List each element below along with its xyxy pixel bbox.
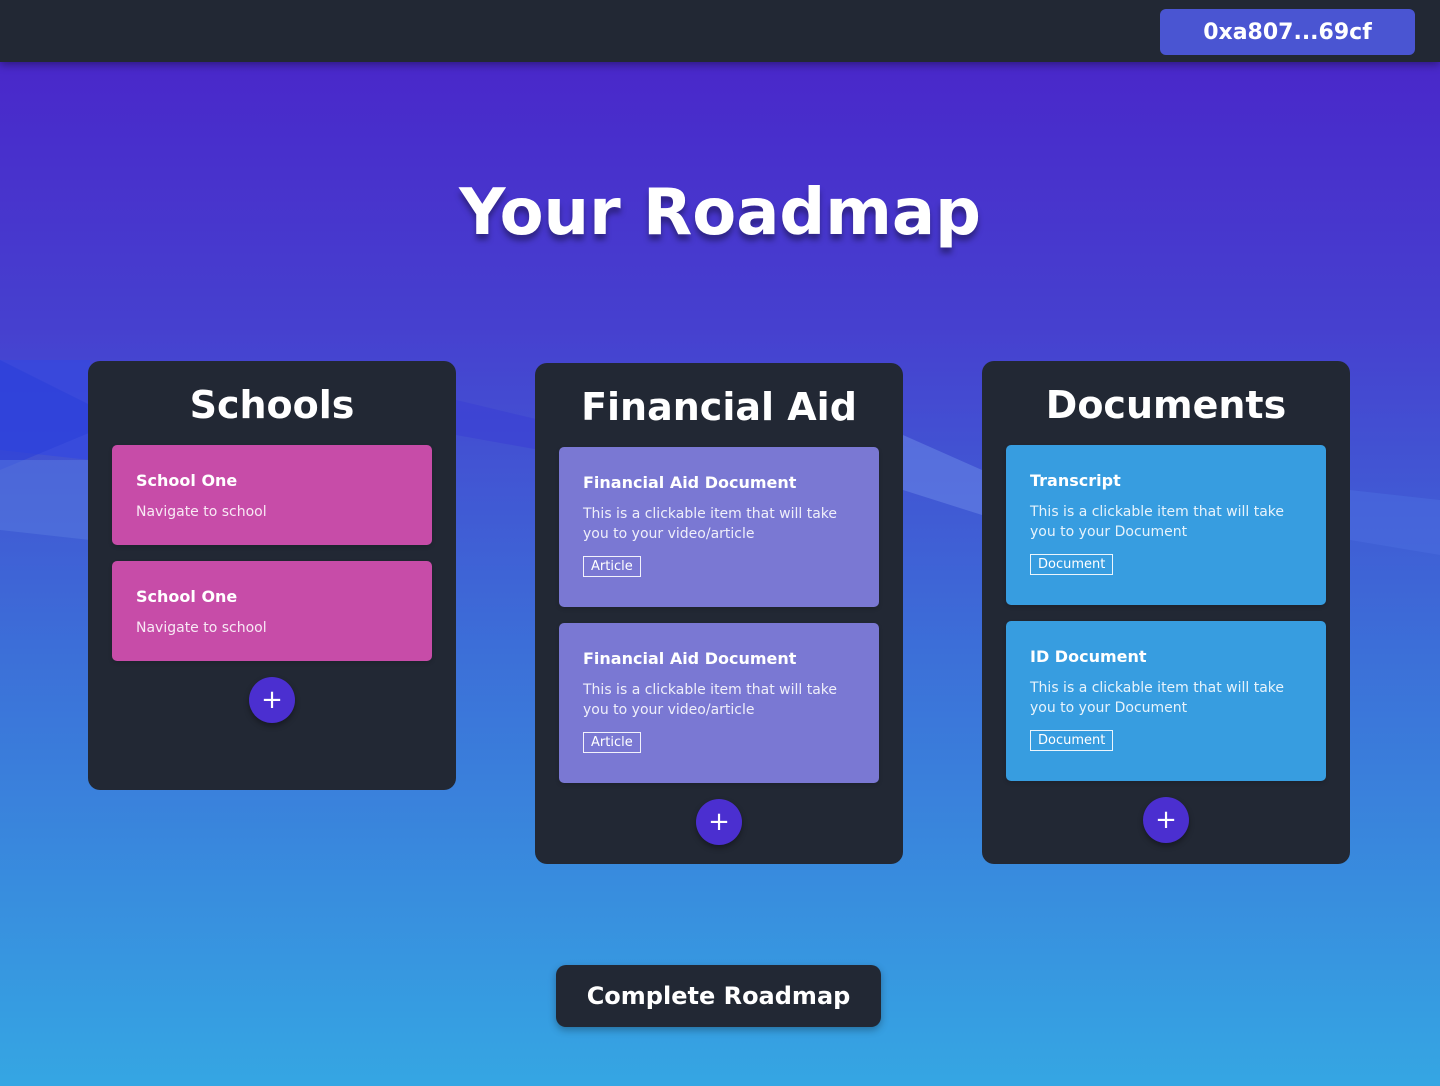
- card-description: This is a clickable item that will take …: [1030, 504, 1284, 540]
- page-title: Your Roadmap: [459, 176, 981, 250]
- column-documents: Documents Transcript This is a clickable…: [982, 361, 1350, 864]
- add-document-button[interactable]: +: [1143, 797, 1189, 843]
- add-school-button[interactable]: +: [249, 677, 295, 723]
- school-card[interactable]: School One Navigate to school: [112, 445, 432, 545]
- financial-aid-card[interactable]: Financial Aid Document This is a clickab…: [559, 447, 879, 607]
- card-tag: Document: [1030, 730, 1114, 751]
- column-title: Financial Aid: [581, 385, 857, 429]
- document-card[interactable]: Transcript This is a clickable item that…: [1006, 445, 1326, 605]
- card-description: This is a clickable item that will take …: [583, 682, 837, 718]
- add-financial-aid-button[interactable]: +: [696, 799, 742, 845]
- card-title: Financial Aid Document: [583, 473, 797, 492]
- financial-aid-card[interactable]: Financial Aid Document This is a clickab…: [559, 623, 879, 783]
- card-tag: Article: [583, 732, 641, 753]
- card-tag: Article: [583, 556, 641, 577]
- column-schools: Schools School One Navigate to school Sc…: [88, 361, 456, 790]
- card-title: Financial Aid Document: [583, 649, 797, 668]
- card-tag: Document: [1030, 554, 1114, 575]
- school-card[interactable]: School One Navigate to school: [112, 561, 432, 661]
- card-title: Transcript: [1030, 471, 1121, 490]
- card-list: Financial Aid Document This is a clickab…: [535, 447, 903, 783]
- card-description: This is a clickable item that will take …: [1030, 680, 1284, 716]
- card-list: Transcript This is a clickable item that…: [982, 445, 1350, 781]
- column-title: Documents: [1045, 383, 1287, 427]
- wallet-address-button[interactable]: 0xa807...69cf: [1160, 9, 1415, 55]
- card-title: School One: [136, 471, 238, 490]
- document-card[interactable]: ID Document This is a clickable item tha…: [1006, 621, 1326, 781]
- top-bar: 0xa807...69cf: [0, 0, 1440, 62]
- card-list: School One Navigate to school School One…: [88, 445, 456, 661]
- column-title: Schools: [189, 383, 355, 427]
- card-description: This is a clickable item that will take …: [583, 506, 837, 542]
- card-title: ID Document: [1030, 647, 1147, 666]
- complete-roadmap-button[interactable]: Complete Roadmap: [556, 965, 881, 1027]
- card-description: Navigate to school: [136, 620, 267, 636]
- card-title: School One: [136, 587, 238, 606]
- card-description: Navigate to school: [136, 504, 267, 520]
- column-financial-aid: Financial Aid Financial Aid Document Thi…: [535, 363, 903, 864]
